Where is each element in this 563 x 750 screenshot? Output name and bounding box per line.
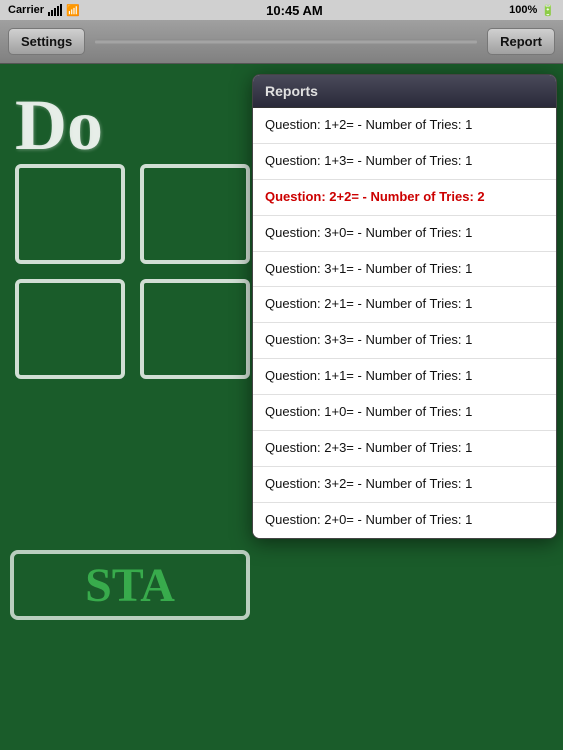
time-label: 10:45 AM [266, 3, 323, 18]
status-left: Carrier 📶 [8, 4, 80, 17]
battery-label: 100% [509, 4, 537, 16]
report-row: Question: 2+2= - Number of Tries: 2 [253, 180, 556, 216]
signal-icon [48, 4, 62, 16]
start-button-area[interactable]: STA [10, 550, 250, 620]
reports-list[interactable]: Question: 1+2= - Number of Tries: 1Quest… [253, 108, 556, 538]
report-row: Question: 3+3= - Number of Tries: 1 [253, 323, 556, 359]
chalk-do-text: Do [15, 84, 103, 167]
report-row: Question: 1+3= - Number of Tries: 1 [253, 144, 556, 180]
battery-icon: 🔋 [541, 4, 555, 17]
chalk-box-1 [15, 164, 125, 264]
carrier-label: Carrier [8, 4, 44, 16]
report-button[interactable]: Report [487, 28, 555, 55]
wifi-icon: 📶 [66, 4, 80, 17]
status-right: 100% 🔋 [509, 4, 555, 17]
nav-progress-bar [95, 39, 477, 45]
start-text: STA [85, 558, 175, 613]
reports-header: Reports [253, 75, 556, 108]
report-row: Question: 3+0= - Number of Tries: 1 [253, 216, 556, 252]
chalk-box-2 [140, 164, 250, 264]
chalk-box-3 [15, 279, 125, 379]
reports-popover: Reports Question: 1+2= - Number of Tries… [252, 74, 557, 539]
report-row: Question: 1+0= - Number of Tries: 1 [253, 395, 556, 431]
report-row: Question: 1+2= - Number of Tries: 1 [253, 108, 556, 144]
settings-button[interactable]: Settings [8, 28, 85, 55]
report-row: Question: 2+3= - Number of Tries: 1 [253, 431, 556, 467]
chalk-box-4 [140, 279, 250, 379]
report-row: Question: 2+1= - Number of Tries: 1 [253, 287, 556, 323]
report-row: Question: 3+2= - Number of Tries: 1 [253, 467, 556, 503]
chalkboard: Do STA Reports Question: 1+2= - Number o… [0, 64, 563, 750]
status-bar: Carrier 📶 10:45 AM 100% 🔋 [0, 0, 563, 20]
nav-bar: Settings Report [0, 20, 563, 64]
report-row: Question: 2+0= - Number of Tries: 1 [253, 503, 556, 538]
report-row: Question: 1+1= - Number of Tries: 1 [253, 359, 556, 395]
report-row: Question: 3+1= - Number of Tries: 1 [253, 252, 556, 288]
